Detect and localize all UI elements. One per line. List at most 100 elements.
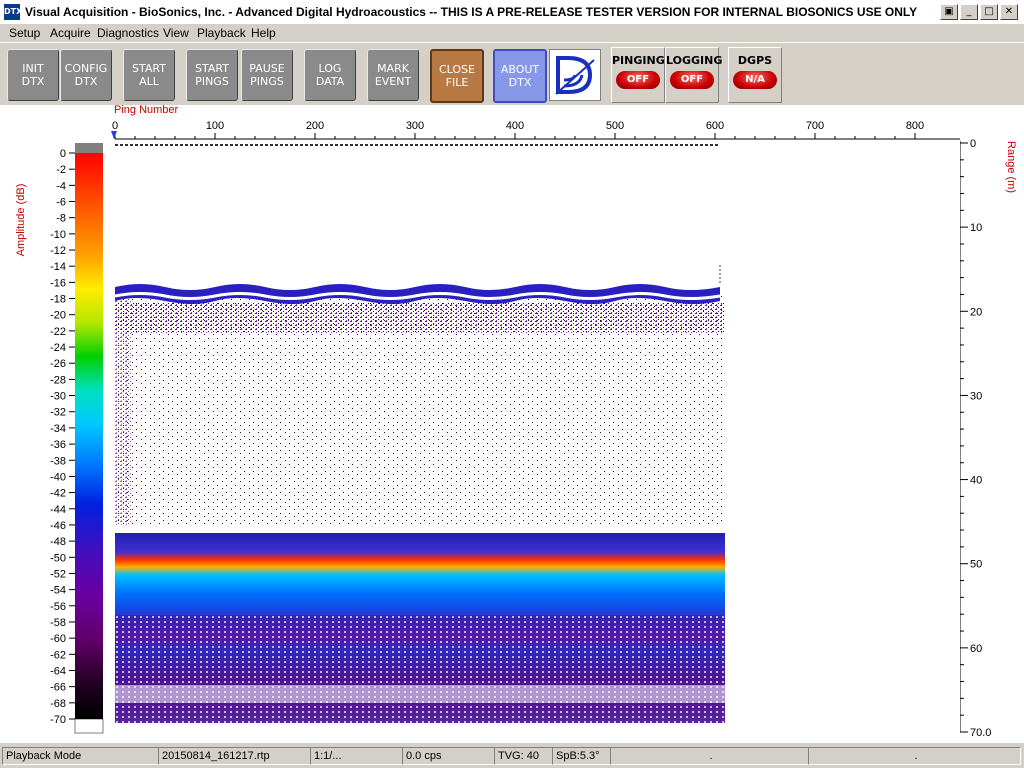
echogram-panel: Amplitude (dB) 0 -2 -4 -6 -8 -10 -12 -14 -16 -18 -… bbox=[0, 104, 1024, 743]
scale-tick-label: -34 bbox=[50, 423, 66, 435]
logging-indicator: LOGGING OFF bbox=[665, 47, 723, 103]
dgps-state: N/A bbox=[733, 71, 777, 89]
scale-tick-label: -18 bbox=[50, 294, 66, 306]
echogram-svg: Amplitude (dB) 0 -2 -4 -6 -8 -10 -12 -14 -16 -18 -… bbox=[15, 104, 1017, 739]
amplitude-color-scale bbox=[75, 153, 103, 719]
logging-label: LOGGING bbox=[666, 54, 723, 67]
scale-tick-label: -62 bbox=[50, 649, 66, 661]
scale-tick-label: -4 bbox=[56, 180, 66, 192]
scale-tick-label: -10 bbox=[50, 229, 66, 241]
range-tick-label: 70.0 bbox=[970, 727, 991, 739]
range-tick-label: 60 bbox=[970, 643, 982, 655]
echogram-data[interactable] bbox=[114, 141, 960, 732]
status-ratio: 1:1/... bbox=[310, 747, 403, 765]
scale-tick-label: -38 bbox=[50, 455, 66, 467]
scale-tick-label: -42 bbox=[50, 488, 66, 500]
scale-tick-label: -48 bbox=[50, 536, 66, 548]
dgps-indicator: DGPS N/A bbox=[728, 47, 782, 103]
range-tick-label: 40 bbox=[970, 475, 982, 487]
menu-acquire[interactable]: Acquire bbox=[50, 26, 91, 40]
status-field-7: . bbox=[610, 747, 809, 765]
scale-tick-label: -66 bbox=[50, 682, 66, 694]
ping-tick-label: 800 bbox=[906, 120, 924, 132]
scale-tick-label: -44 bbox=[50, 504, 66, 516]
amplitude-scale-ticks: 0 -2 -4 -6 -8 -10 -12 -14 -16 -18 -20 -22 -24 -26 -28 -… bbox=[50, 148, 75, 726]
config-dtx-button[interactable]: CONFIG DTX bbox=[60, 49, 112, 101]
scale-tick-label: -64 bbox=[50, 665, 66, 677]
scale-top-swatch bbox=[75, 143, 103, 153]
menu-help[interactable]: Help bbox=[251, 26, 276, 40]
scale-tick-label: -28 bbox=[50, 374, 66, 386]
range-axis-ticks: 0 10 20 30 40 50 60 70.0 bbox=[960, 138, 991, 739]
menu-bar: Setup Acquire Diagnostics View Playback … bbox=[0, 24, 1024, 42]
scale-tick-label: -16 bbox=[50, 277, 66, 289]
ping-tick-label: 0 bbox=[112, 120, 118, 132]
window-title: Visual Acquisition - BioSonics, Inc. - A… bbox=[25, 5, 918, 19]
scale-tick-label: -32 bbox=[50, 407, 66, 419]
range-tick-label: 50 bbox=[970, 559, 982, 571]
scale-tick-label: 0 bbox=[60, 148, 66, 160]
scale-tick-label: -30 bbox=[50, 391, 66, 403]
close-file-button[interactable]: CLOSE FILE bbox=[430, 49, 484, 103]
title-bar: DTX Visual Acquisition - BioSonics, Inc.… bbox=[0, 0, 1024, 25]
sub-bottom-noise bbox=[115, 615, 725, 723]
minimize-icon[interactable]: _ bbox=[960, 4, 978, 20]
close-icon[interactable]: ✕ bbox=[1000, 4, 1018, 20]
amplitude-axis-title: Amplitude (dB) bbox=[15, 184, 27, 257]
range-tick-label: 30 bbox=[970, 390, 982, 402]
dgps-label: DGPS bbox=[737, 54, 773, 67]
range-tick-label: 10 bbox=[970, 222, 982, 234]
pause-pings-button[interactable]: PAUSE PINGS bbox=[241, 49, 293, 101]
range-axis-title: Range (m) bbox=[1005, 141, 1017, 193]
mark-event-button[interactable]: MARK EVENT bbox=[367, 49, 419, 101]
log-data-button[interactable]: LOG DATA bbox=[304, 49, 356, 101]
menu-playback[interactable]: Playback bbox=[197, 26, 246, 40]
scale-tick-label: -20 bbox=[50, 310, 66, 322]
scale-tick-label: -56 bbox=[50, 601, 66, 613]
scale-tick-label: -40 bbox=[50, 471, 66, 483]
ping-tick-label: 700 bbox=[806, 120, 824, 132]
ping-tick-label: 500 bbox=[606, 120, 624, 132]
scale-tick-label: -52 bbox=[50, 568, 66, 580]
status-bar: Playback Mode 20150814_161217.rtp 1:1/..… bbox=[0, 744, 1024, 768]
toolbar: INIT DTX CONFIG DTX START ALL START PING… bbox=[0, 42, 1024, 106]
pinging-indicator: PINGING OFF bbox=[611, 47, 665, 103]
scale-tick-label: -14 bbox=[50, 261, 66, 273]
range-tick-label: 0 bbox=[970, 138, 976, 150]
scale-tick-label: -2 bbox=[56, 164, 66, 176]
maximize-icon[interactable]: □ bbox=[980, 4, 998, 20]
scale-tick-label: -22 bbox=[50, 326, 66, 338]
scale-tick-label: -6 bbox=[56, 197, 66, 209]
scale-tick-label: -26 bbox=[50, 358, 66, 370]
ping-cursor-icon[interactable] bbox=[111, 131, 117, 139]
scale-tick-label: -60 bbox=[50, 633, 66, 645]
ping-axis-ticks: 0 100 200 300 400 500 600 700 800 bbox=[112, 120, 924, 139]
ping-tick-label: 300 bbox=[406, 120, 424, 132]
sub-bottom-band bbox=[115, 685, 725, 703]
surface-scatter bbox=[115, 303, 725, 333]
biosonics-logo-icon[interactable] bbox=[549, 49, 601, 101]
scale-tick-label: -54 bbox=[50, 585, 66, 597]
menu-diagnostics[interactable]: Diagnostics bbox=[97, 26, 159, 40]
scale-bottom-swatch bbox=[74, 718, 104, 734]
status-cps: 0.0 cps bbox=[402, 747, 495, 765]
scale-tick-label: -58 bbox=[50, 617, 66, 629]
logging-state: OFF bbox=[670, 71, 714, 89]
scale-tick-label: -12 bbox=[50, 245, 66, 257]
scale-tick-label: -36 bbox=[50, 439, 66, 451]
menu-view[interactable]: View bbox=[163, 26, 189, 40]
scale-tick-label: -70 bbox=[50, 714, 66, 726]
restore-icon[interactable]: ▣ bbox=[940, 4, 958, 20]
ping-tick-label: 200 bbox=[306, 120, 324, 132]
ping-axis-title: Ping Number bbox=[114, 105, 179, 116]
ping-tick-label: 100 bbox=[206, 120, 224, 132]
init-dtx-button[interactable]: INIT DTX bbox=[7, 49, 59, 101]
about-dtx-button[interactable]: ABOUT DTX bbox=[493, 49, 547, 103]
status-mode: Playback Mode bbox=[2, 747, 159, 765]
status-spb: SpB:5.3° bbox=[552, 747, 611, 765]
menu-setup[interactable]: Setup bbox=[9, 26, 40, 40]
start-pings-button[interactable]: START PINGS bbox=[186, 49, 238, 101]
start-all-button[interactable]: START ALL bbox=[123, 49, 175, 101]
pinging-state: OFF bbox=[616, 71, 660, 89]
ping-tick-label: 600 bbox=[706, 120, 724, 132]
